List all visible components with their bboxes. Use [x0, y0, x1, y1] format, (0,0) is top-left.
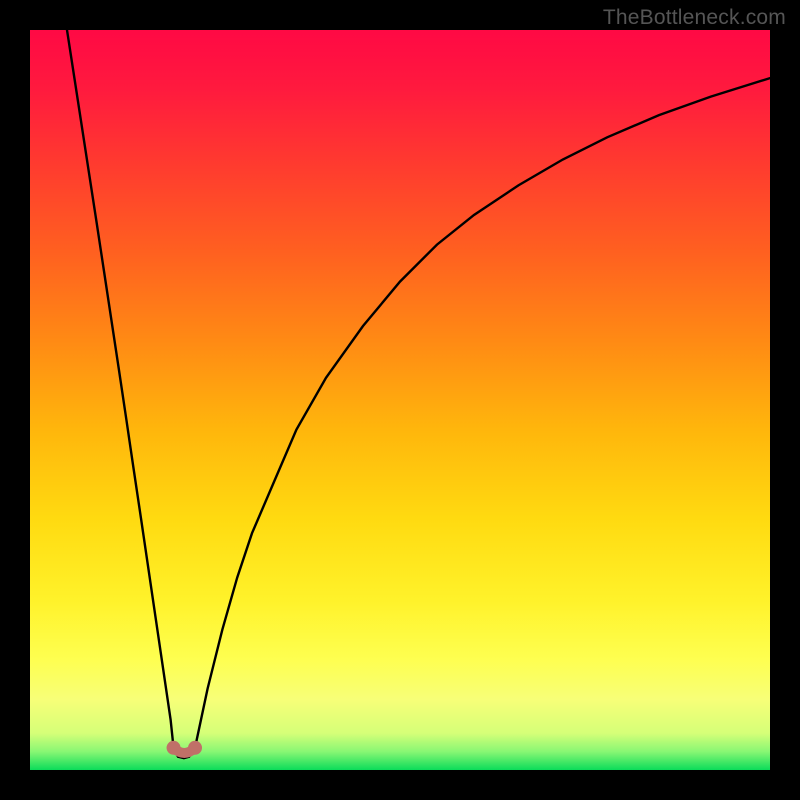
marker-dot-left	[167, 741, 181, 755]
curve-right-branch	[195, 78, 770, 748]
outer-frame: TheBottleneck.com	[0, 0, 800, 800]
curves-layer	[30, 30, 770, 770]
plot-area	[30, 30, 770, 770]
marker-dot-right	[188, 741, 202, 755]
curve-left-branch	[67, 30, 174, 748]
watermark-text: TheBottleneck.com	[603, 6, 786, 30]
